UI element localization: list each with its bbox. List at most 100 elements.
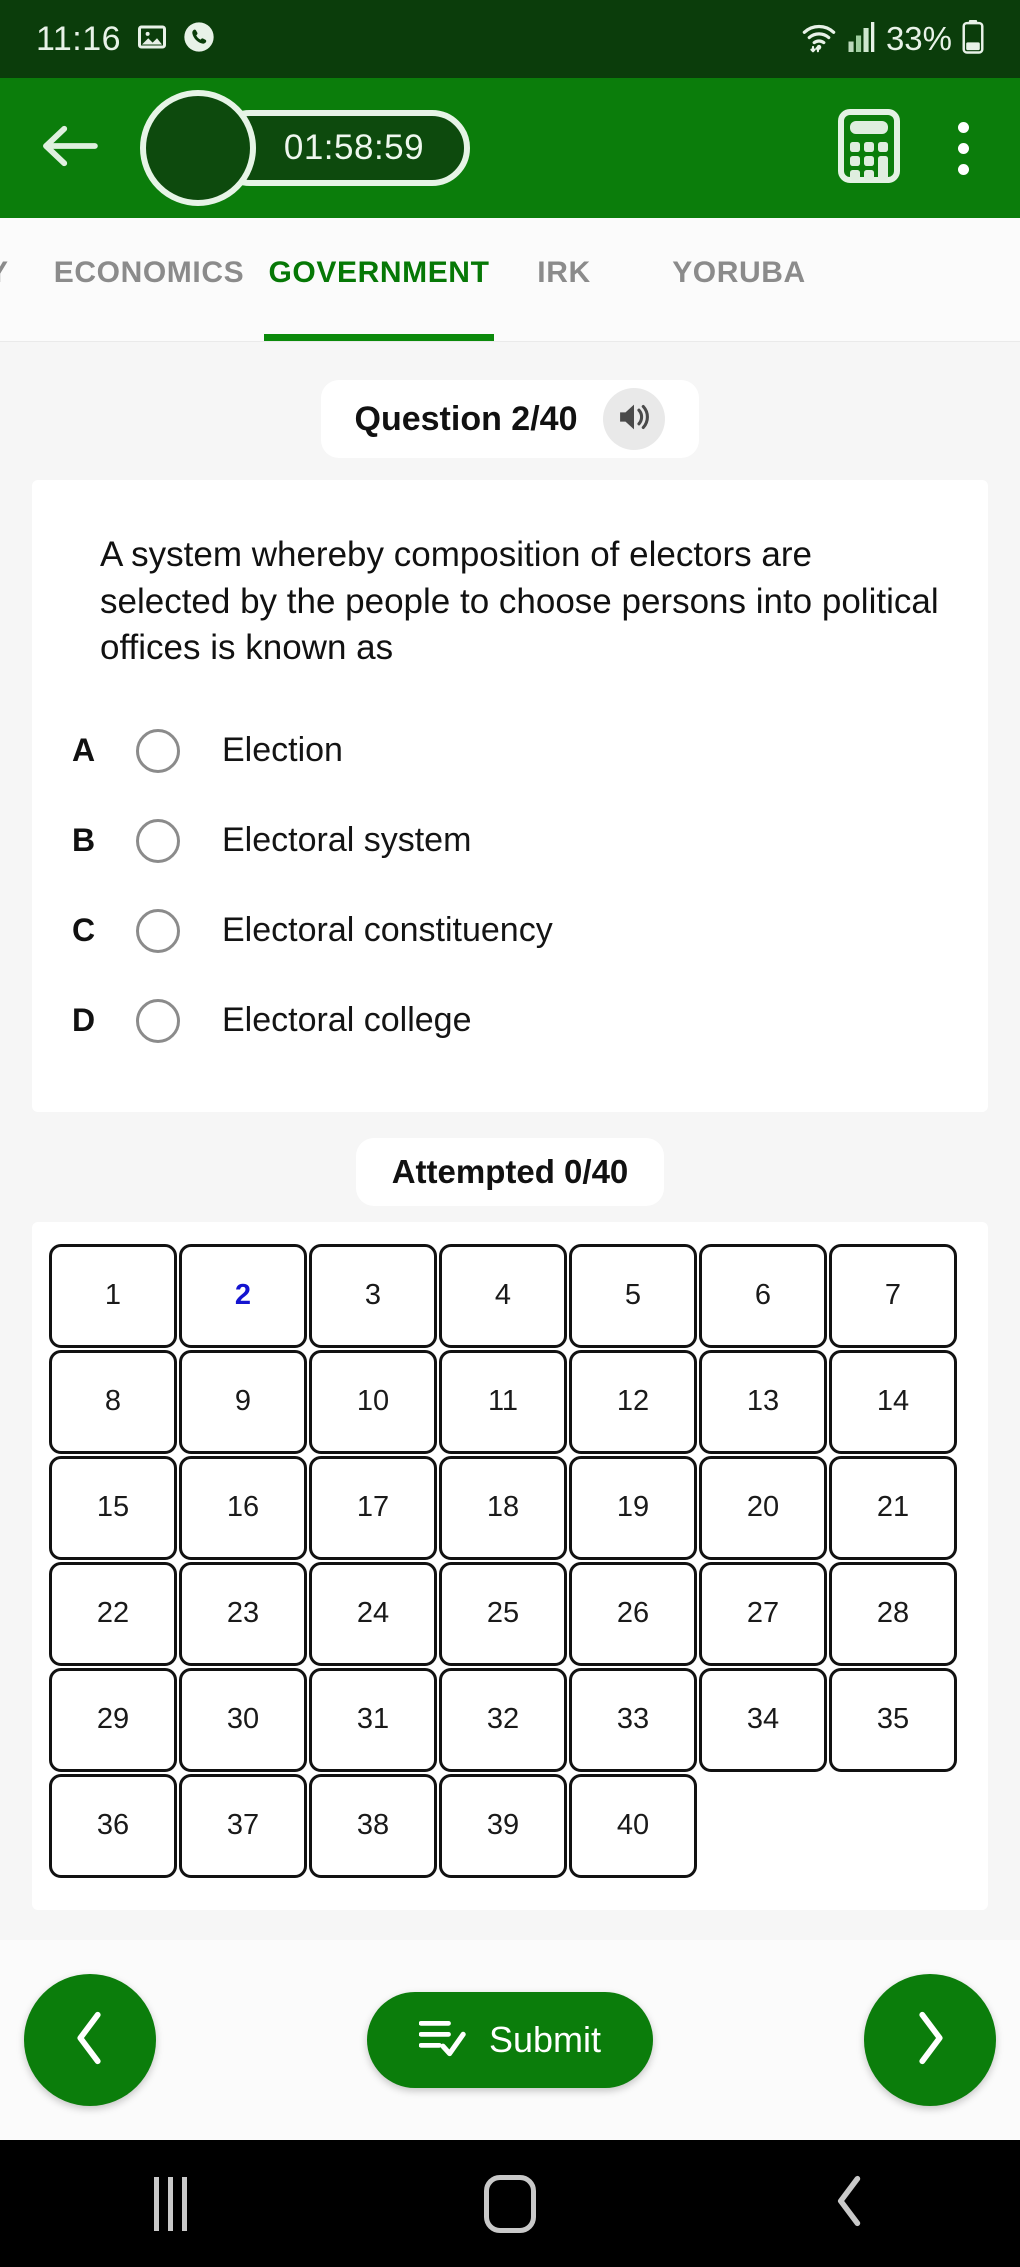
app-bar-actions [832,108,986,185]
checklist-icon [418,2016,467,2065]
option-letter: B [72,822,96,859]
bottom-action-bar: Submit [0,1940,1020,2140]
chevron-right-icon [910,2009,950,2072]
tab-government[interactable]: GOVERNMENT [264,218,494,341]
question-number-40[interactable]: 40 [569,1773,697,1878]
question-number-1[interactable]: 1 [49,1243,177,1348]
subject-tab-bar[interactable]: Y ECONOMICS GOVERNMENT IRK YORUBA [0,218,1020,342]
question-number-22[interactable]: 22 [49,1561,177,1666]
submit-button[interactable]: Submit [366,1992,654,2088]
submit-label: Submit [488,2019,602,2060]
question-number-2[interactable]: 2 [179,1243,307,1348]
option-row-d[interactable]: D Electoral college [72,976,948,1066]
question-navigator-card: 1 2 3 4 5 6 7 8 9 10 11 12 13 14 15 16 17 18 19 20 21 22 23 24 2… [32,1221,988,1910]
overflow-menu-button[interactable] [940,111,986,185]
question-number-18[interactable]: 18 [439,1455,567,1560]
tab-economics[interactable]: ECONOMICS [34,218,264,341]
option-row-b[interactable]: B Electoral system [72,796,948,886]
next-question-button[interactable] [863,1974,996,2106]
question-number-21[interactable]: 21 [829,1455,957,1560]
question-number-38[interactable]: 38 [309,1773,437,1878]
option-letter: A [72,732,96,769]
arrow-left-icon [39,123,101,174]
question-number-13[interactable]: 13 [699,1349,827,1454]
question-text: A system whereby composition of electors… [100,535,939,668]
question-number-35[interactable]: 35 [829,1667,957,1772]
option-radio-a[interactable] [136,728,180,773]
home-button[interactable] [430,2140,590,2267]
options-list: A Election B Electoral system C Electora… [72,706,948,1066]
option-radio-d[interactable] [136,998,180,1043]
option-row-c[interactable]: C Electoral constituency [72,886,948,976]
status-bar-right: 33% [800,19,984,59]
home-icon [484,2174,536,2233]
question-number-15[interactable]: 15 [49,1455,177,1560]
question-number-31[interactable]: 31 [309,1667,437,1772]
recent-apps-button[interactable] [90,2140,250,2267]
cellular-signal-icon [848,21,876,57]
status-bar: 11:16 33% [0,0,1020,78]
question-number-14[interactable]: 14 [829,1349,957,1454]
option-radio-b[interactable] [136,818,180,863]
question-number-17[interactable]: 17 [309,1455,437,1560]
question-number-37[interactable]: 37 [179,1773,307,1878]
question-number-25[interactable]: 25 [439,1561,567,1666]
option-label: Election [222,731,343,770]
question-number-grid[interactable]: 1 2 3 4 5 6 7 8 9 10 11 12 13 14 15 16 17 18 19 20 21 22 23 24 2… [48,1243,972,1880]
option-row-a[interactable]: A Election [72,706,948,796]
tab-irk[interactable]: IRK [494,218,634,341]
question-number-12[interactable]: 12 [569,1349,697,1454]
question-number-4[interactable]: 4 [439,1243,567,1348]
option-label: Electoral constituency [222,911,553,950]
question-number-36[interactable]: 36 [49,1773,177,1878]
question-number-20[interactable]: 20 [699,1455,827,1560]
option-letter: C [72,912,96,949]
question-number-3[interactable]: 3 [309,1243,437,1348]
android-back-button[interactable] [770,2140,930,2267]
question-number-29[interactable]: 29 [49,1667,177,1772]
question-number-27[interactable]: 27 [699,1561,827,1666]
option-label: Electoral college [222,1001,472,1040]
android-navigation-bar [0,2140,1020,2267]
question-number-30[interactable]: 30 [179,1667,307,1772]
question-number-34[interactable]: 34 [699,1667,827,1772]
phone-screen: 11:16 33% 01:58:59 ECONOMICS GOVERNMENT … [0,0,1020,2267]
read-aloud-button[interactable] [603,388,666,450]
question-number-39[interactable]: 39 [439,1773,567,1878]
question-header-chip: Question 2/40 [320,380,700,458]
exam-timer[interactable]: 01:58:59 [140,90,470,206]
question-number-28[interactable]: 28 [829,1561,957,1666]
recent-apps-icon [153,2176,187,2231]
question-card: A system whereby composition of electors… [32,480,988,1112]
speaker-volume-icon [615,400,653,439]
question-number-9[interactable]: 9 [179,1349,307,1454]
calculator-icon [836,108,902,189]
previous-question-button[interactable] [24,1974,156,2106]
question-number-32[interactable]: 32 [439,1667,567,1772]
battery-icon [962,19,984,59]
question-number-26[interactable]: 26 [569,1561,697,1666]
calculator-button[interactable] [832,108,906,185]
timer-value: 01:58:59 [283,128,425,167]
question-number-23[interactable]: 23 [179,1561,307,1666]
question-number-10[interactable]: 10 [309,1349,437,1454]
question-header-row: Question 2/40 [0,380,1020,458]
question-number-33[interactable]: 33 [569,1667,697,1772]
chevron-left-icon [70,2009,110,2072]
question-number-5[interactable]: 5 [569,1243,697,1348]
option-radio-c[interactable] [136,908,180,953]
question-number-11[interactable]: 11 [439,1349,567,1454]
back-chevron-icon [833,2175,867,2232]
question-number-7[interactable]: 7 [829,1243,957,1348]
option-label: Electoral system [222,821,472,860]
tab-history[interactable]: Y [0,218,34,341]
tab-yoruba[interactable]: YORUBA [634,218,844,341]
question-number-6[interactable]: 6 [699,1243,827,1348]
phone-call-icon [183,21,215,58]
question-number-19[interactable]: 19 [569,1455,697,1560]
question-number-24[interactable]: 24 [309,1561,437,1666]
page-title: Question 2/40 [354,399,578,438]
back-button[interactable] [34,112,106,184]
question-number-8[interactable]: 8 [49,1349,177,1454]
question-number-16[interactable]: 16 [179,1455,307,1560]
